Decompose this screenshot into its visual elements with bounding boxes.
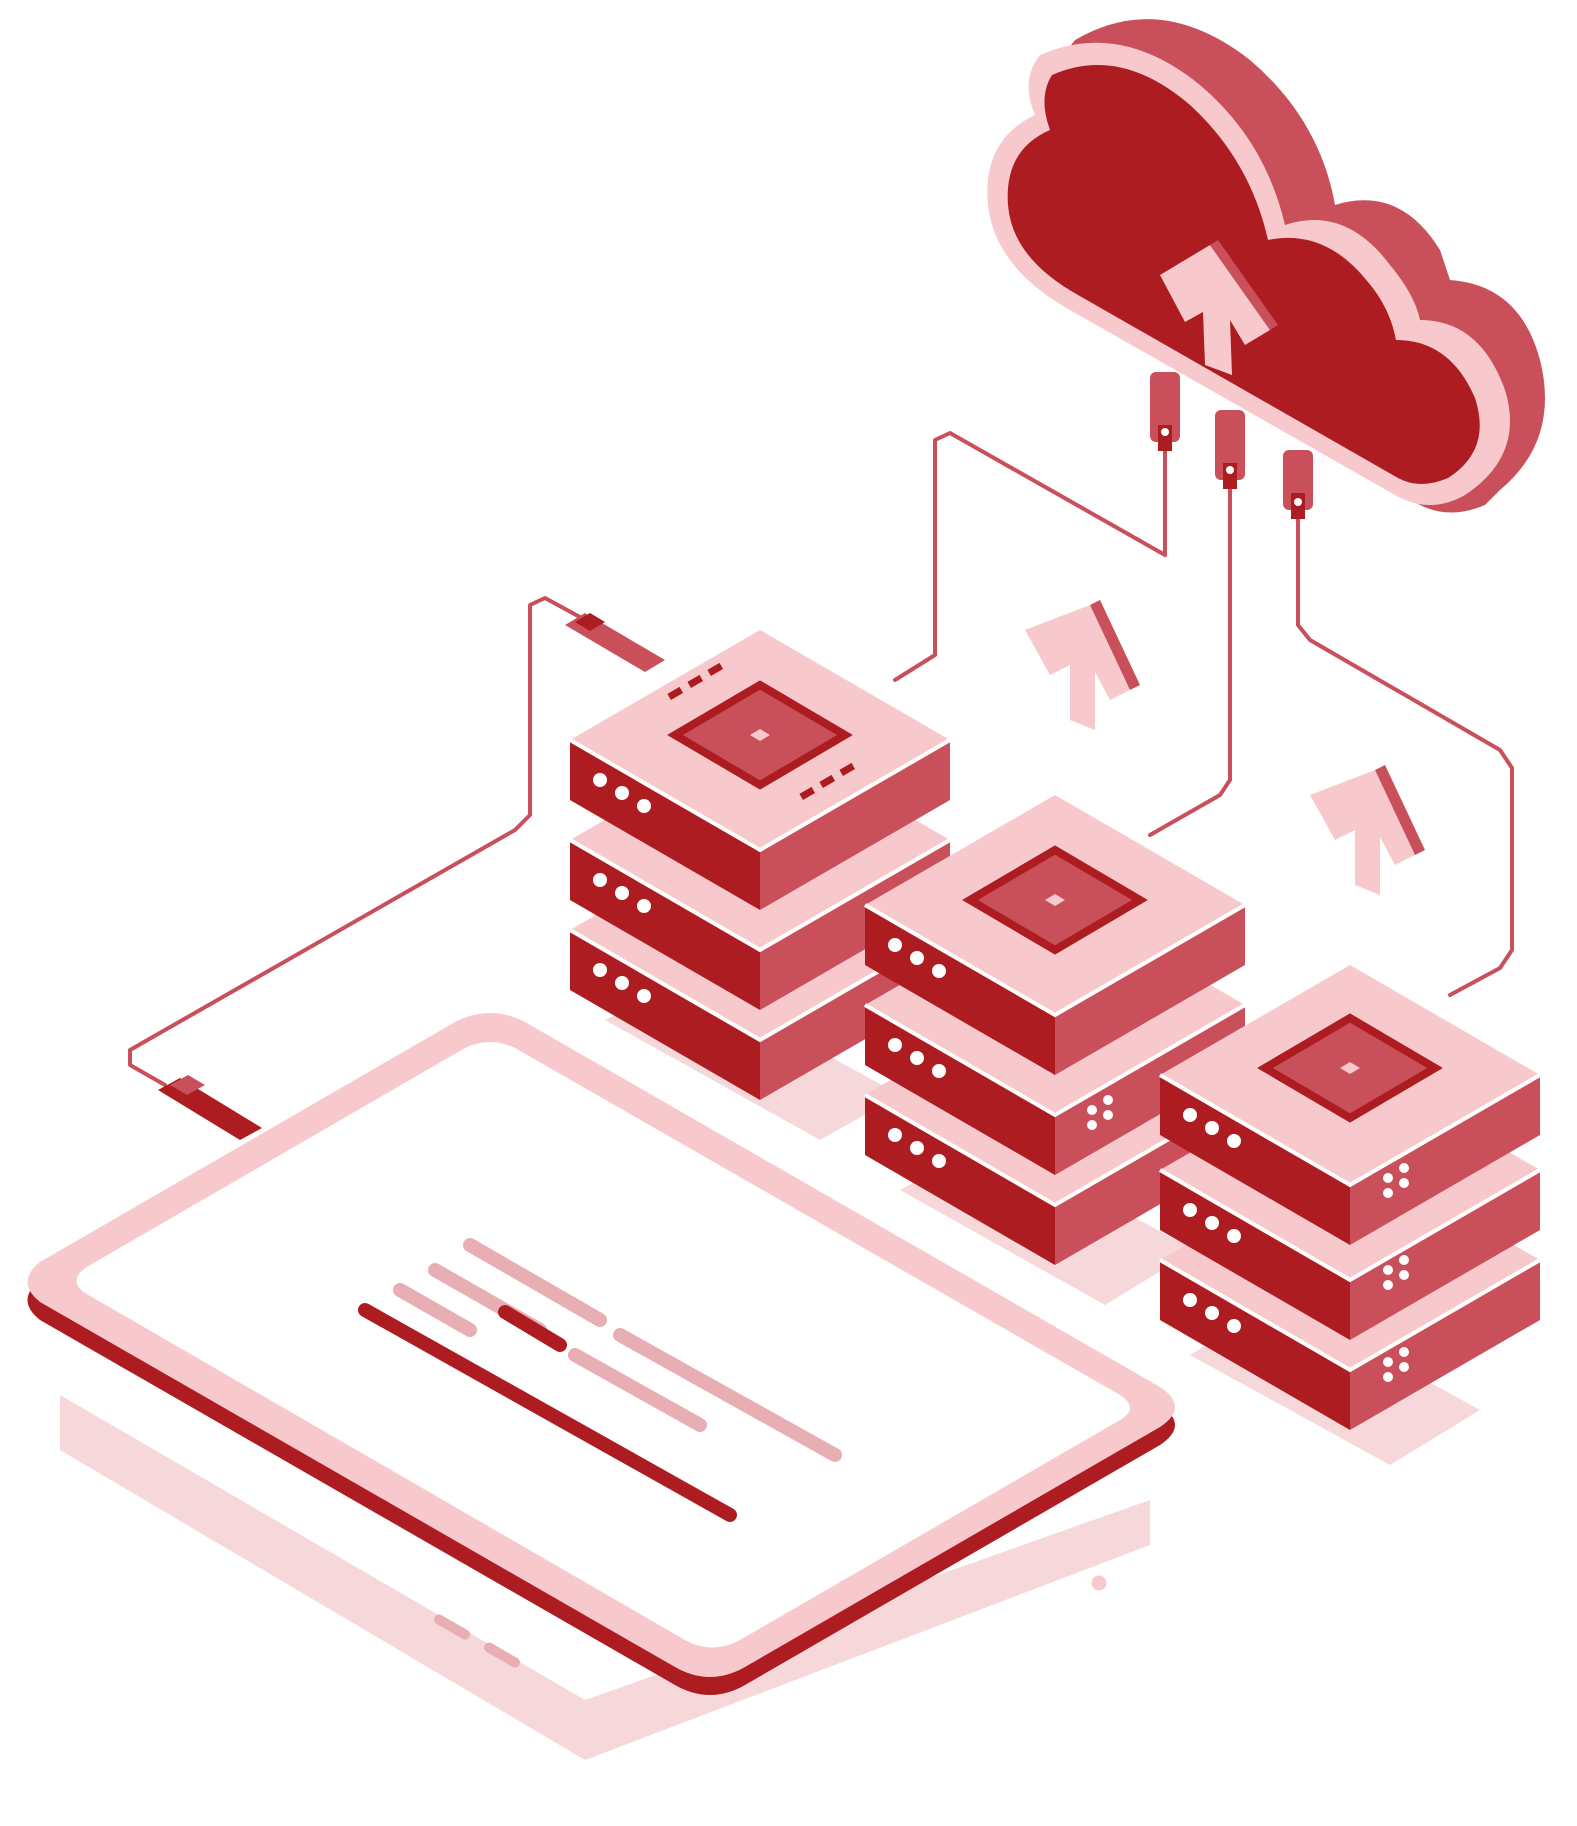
connector-plug-icon <box>565 613 665 672</box>
cloud-upload-illustration <box>27 19 1545 1760</box>
upload-arrow-icon <box>1310 765 1425 895</box>
cable-icon <box>128 596 602 1087</box>
cable-icon <box>1148 468 1232 837</box>
connector-plug-icon <box>158 1075 262 1140</box>
cable-icon <box>1296 498 1514 997</box>
cable-icon <box>893 423 1167 682</box>
connector-plug-icon <box>1283 450 1313 519</box>
upload-arrow-icon <box>1025 600 1140 730</box>
home-button-icon <box>1088 1572 1110 1594</box>
cloud-icon <box>987 19 1545 519</box>
connector-plug-icon <box>1215 410 1245 489</box>
connector-plug-icon <box>1150 372 1180 451</box>
